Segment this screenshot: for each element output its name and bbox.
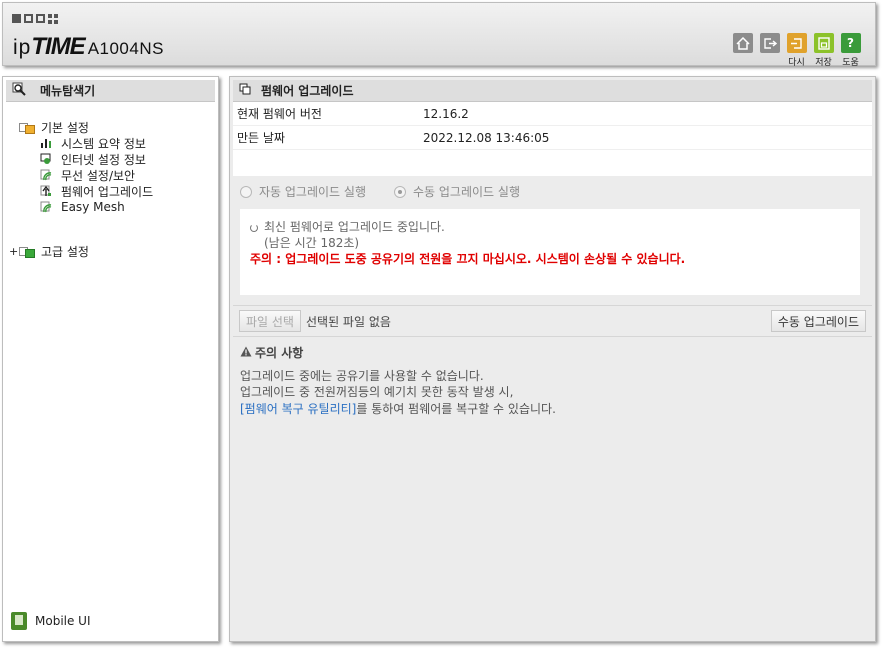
menu-item-system-summary[interactable]: 시스템 요약 정보 (39, 135, 153, 151)
header-buttons: 다시 저장 ? 도움 (732, 33, 861, 68)
menu-tree: 기본 설정 시스템 요약 정보 인터넷 설정 정보 무선 설정/보안 펌웨어 업… (9, 119, 153, 259)
logo-ip: ip (13, 36, 32, 59)
logout-icon[interactable] (759, 33, 780, 53)
firmware-info-table: 현재 펌웨어 버전 12.16.2 만든 날짜 2022.12.08 13:46… (233, 102, 872, 176)
window-square-icon[interactable] (24, 14, 33, 23)
info-value: 2022.12.08 13:46:05 (423, 130, 550, 145)
mobile-phone-icon (11, 612, 27, 630)
no-file-text: 선택된 파일 없음 (305, 314, 391, 329)
radio-label: 자동 업그레이드 실행 (259, 185, 366, 199)
tree-group-advanced[interactable]: + 고급 설정 (9, 243, 153, 259)
file-select-row: 파일 선택 선택된 파일 없음 수동 업그레이드 (233, 305, 872, 337)
info-key: 현재 펌웨어 버전 (237, 107, 322, 121)
model-name: A1004NS (87, 39, 164, 58)
radio-auto-upgrade[interactable]: 자동 업그레이드 실행 (240, 183, 366, 200)
window-square-icon[interactable] (36, 14, 45, 23)
menu-item-wireless-security[interactable]: 무선 설정/보안 (39, 167, 153, 183)
wifi-icon (39, 168, 53, 182)
upgrade-mode-radios: 자동 업그레이드 실행 수동 업그레이드 실행 (240, 183, 548, 200)
caution-line: 업그레이드 중에는 공유기를 사용할 수 없습니다. (240, 368, 484, 383)
page-title: 펌웨어 업그레이드 (261, 84, 354, 98)
info-row-date: 만든 날짜 2022.12.08 13:46:05 (233, 126, 872, 150)
home-icon[interactable] (732, 33, 753, 53)
reload-label: 다시 (788, 58, 805, 68)
reload-icon[interactable] (786, 33, 807, 53)
caution-line: 업그레이드 중 전원꺼짐등의 예기치 못한 동작 발생 시, (240, 385, 514, 399)
menu-explorer-header: 메뉴탐색기 (6, 80, 215, 102)
top-header: ip TIME A1004NS 다시 저장 ? 도움 (2, 2, 876, 68)
menu-item-easy-mesh[interactable]: Easy Mesh (39, 199, 153, 215)
caution-line-rest: 를 통하여 펌웨어를 복구할 수 있습니다. (356, 401, 556, 416)
radio-manual-upgrade[interactable]: 수동 업그레이드 실행 (394, 183, 520, 200)
menu-item-label: 무선 설정/보안 (61, 168, 136, 183)
menu-item-internet-settings[interactable]: 인터넷 설정 정보 (39, 151, 153, 167)
brand-logo: ip TIME A1004NS (13, 33, 164, 61)
caution-title-text: 주의 사항 (255, 346, 304, 360)
logout-button[interactable] (759, 33, 780, 68)
folder-icon (19, 121, 37, 134)
menu-explorer-panel: 메뉴탐색기 기본 설정 시스템 요약 정보 인터넷 설정 정보 무선 설정/보안… (2, 76, 219, 642)
folder-icon (19, 245, 37, 258)
panel-header: 펌웨어 업그레이드 (233, 80, 872, 102)
status-line: 최신 펌웨어로 업그레이드 중입니다. (250, 219, 850, 235)
window-icon (239, 83, 251, 98)
help-label: 도움 (842, 58, 859, 68)
tree-subitems: 시스템 요약 정보 인터넷 설정 정보 무선 설정/보안 펌웨어 업그레이드 E… (39, 135, 153, 215)
save-icon[interactable] (813, 33, 834, 53)
help-icon[interactable]: ? (840, 33, 861, 53)
mesh-wifi-icon (39, 200, 53, 214)
caution-section: 주의 사항 업그레이드 중에는 공유기를 사용할 수 없습니다. 업그레이드 중… (240, 345, 556, 417)
menu-item-label: 인터넷 설정 정보 (61, 152, 146, 167)
upgrade-status-box: 최신 펌웨어로 업그레이드 중입니다. (남은 시간 182초) 주의 : 업그… (240, 209, 860, 295)
menu-item-label: 펌웨어 업그레이드 (61, 184, 154, 199)
save-button[interactable]: 저장 (813, 33, 834, 68)
recovery-utility-link[interactable]: [펌웨어 복구 유틸리티] (240, 402, 356, 416)
tree-group-basic[interactable]: 기본 설정 (9, 119, 153, 135)
menu-explorer-title: 메뉴탐색기 (40, 84, 96, 98)
window-controls (12, 14, 58, 24)
logo-time: TIME (31, 33, 85, 60)
save-label: 저장 (815, 58, 832, 68)
window-grid-icon[interactable] (48, 14, 58, 24)
monitor-icon (39, 152, 53, 166)
radio-circle-selected[interactable] (394, 185, 406, 198)
choose-file-button[interactable]: 파일 선택 (239, 310, 301, 332)
caution-line: [펌웨어 복구 유틸리티]를 통하여 펌웨어를 복구할 수 있습니다. (240, 401, 556, 418)
info-value: 12.16.2 (423, 106, 469, 121)
help-button[interactable]: ? 도움 (840, 33, 861, 68)
radio-circle[interactable] (240, 185, 252, 198)
info-row-version: 현재 펌웨어 버전 12.16.2 (233, 102, 872, 126)
reload-button[interactable]: 다시 (786, 33, 807, 68)
spinner-icon (250, 223, 258, 232)
remaining-time: (남은 시간 182초) (264, 236, 360, 250)
search-icon (12, 82, 26, 99)
radio-label: 수동 업그레이드 실행 (413, 185, 520, 199)
manual-upgrade-button[interactable]: 수동 업그레이드 (770, 310, 866, 332)
warning-triangle-icon (240, 345, 252, 362)
menu-item-label: 시스템 요약 정보 (61, 136, 146, 151)
power-warning: 주의 : 업그레이드 도중 공유기의 전원을 끄지 마십시오. 시스템이 손상될… (250, 252, 686, 266)
mobile-ui-label: Mobile UI (35, 614, 91, 628)
upgrade-icon (39, 184, 53, 198)
menu-item-firmware-upgrade[interactable]: 펌웨어 업그레이드 (39, 183, 153, 199)
caution-title: 주의 사항 (240, 345, 556, 362)
firmware-upgrade-panel: 펌웨어 업그레이드 현재 펌웨어 버전 12.16.2 만든 날짜 2022.1… (229, 76, 876, 642)
tree-group-label: 고급 설정 (41, 244, 89, 259)
bar-chart-icon (39, 136, 53, 150)
tree-group-label: 기본 설정 (41, 120, 89, 135)
mobile-ui-link[interactable]: Mobile UI (11, 612, 91, 630)
status-text: 최신 펌웨어로 업그레이드 중입니다. (264, 220, 445, 234)
info-key: 만든 날짜 (237, 131, 285, 145)
expand-icon[interactable]: + (9, 245, 19, 258)
home-button[interactable] (732, 33, 753, 68)
menu-item-label: Easy Mesh (61, 200, 125, 214)
window-square-icon[interactable] (12, 14, 21, 23)
